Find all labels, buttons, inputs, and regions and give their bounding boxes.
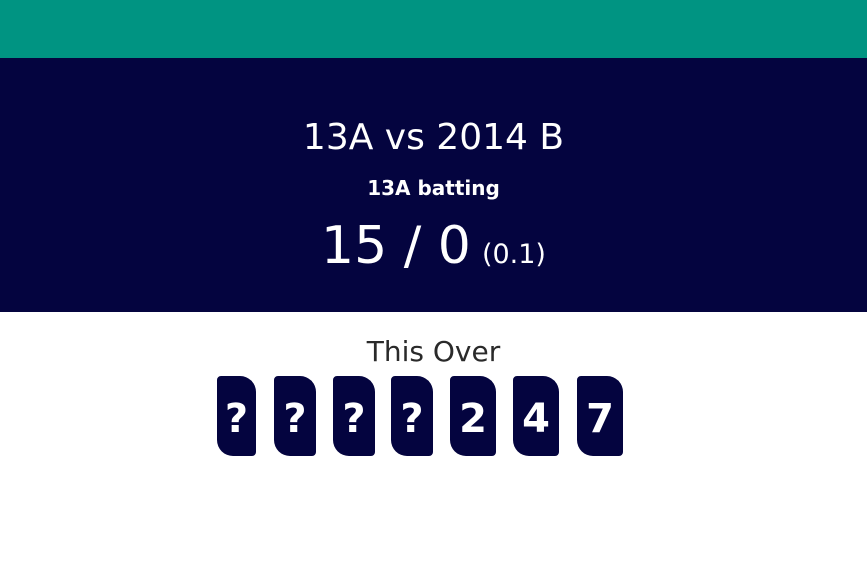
match-title: 13A vs 2014 B [302, 117, 565, 158]
ball-7: 7 [577, 376, 623, 456]
score-runs-wickets: 15 / 0 [321, 216, 471, 276]
score-line: 15 / 0 (0.1) [0, 213, 867, 291]
top-bar [0, 0, 867, 58]
ball-1: ? [217, 376, 256, 456]
ball-3: ? [333, 376, 375, 456]
this-over-heading: This Over [366, 335, 501, 368]
ball-2: ? [274, 376, 316, 456]
ball-5: 2 [450, 376, 496, 456]
score-panel: 13A vs 2014 B 13A batting 15 / 0 (0.1) [0, 58, 867, 312]
ball-4: ? [391, 376, 433, 456]
ball-6: 4 [513, 376, 559, 456]
score-overs: (0.1) [481, 239, 546, 270]
batting-team-label: 13A batting [367, 176, 500, 200]
